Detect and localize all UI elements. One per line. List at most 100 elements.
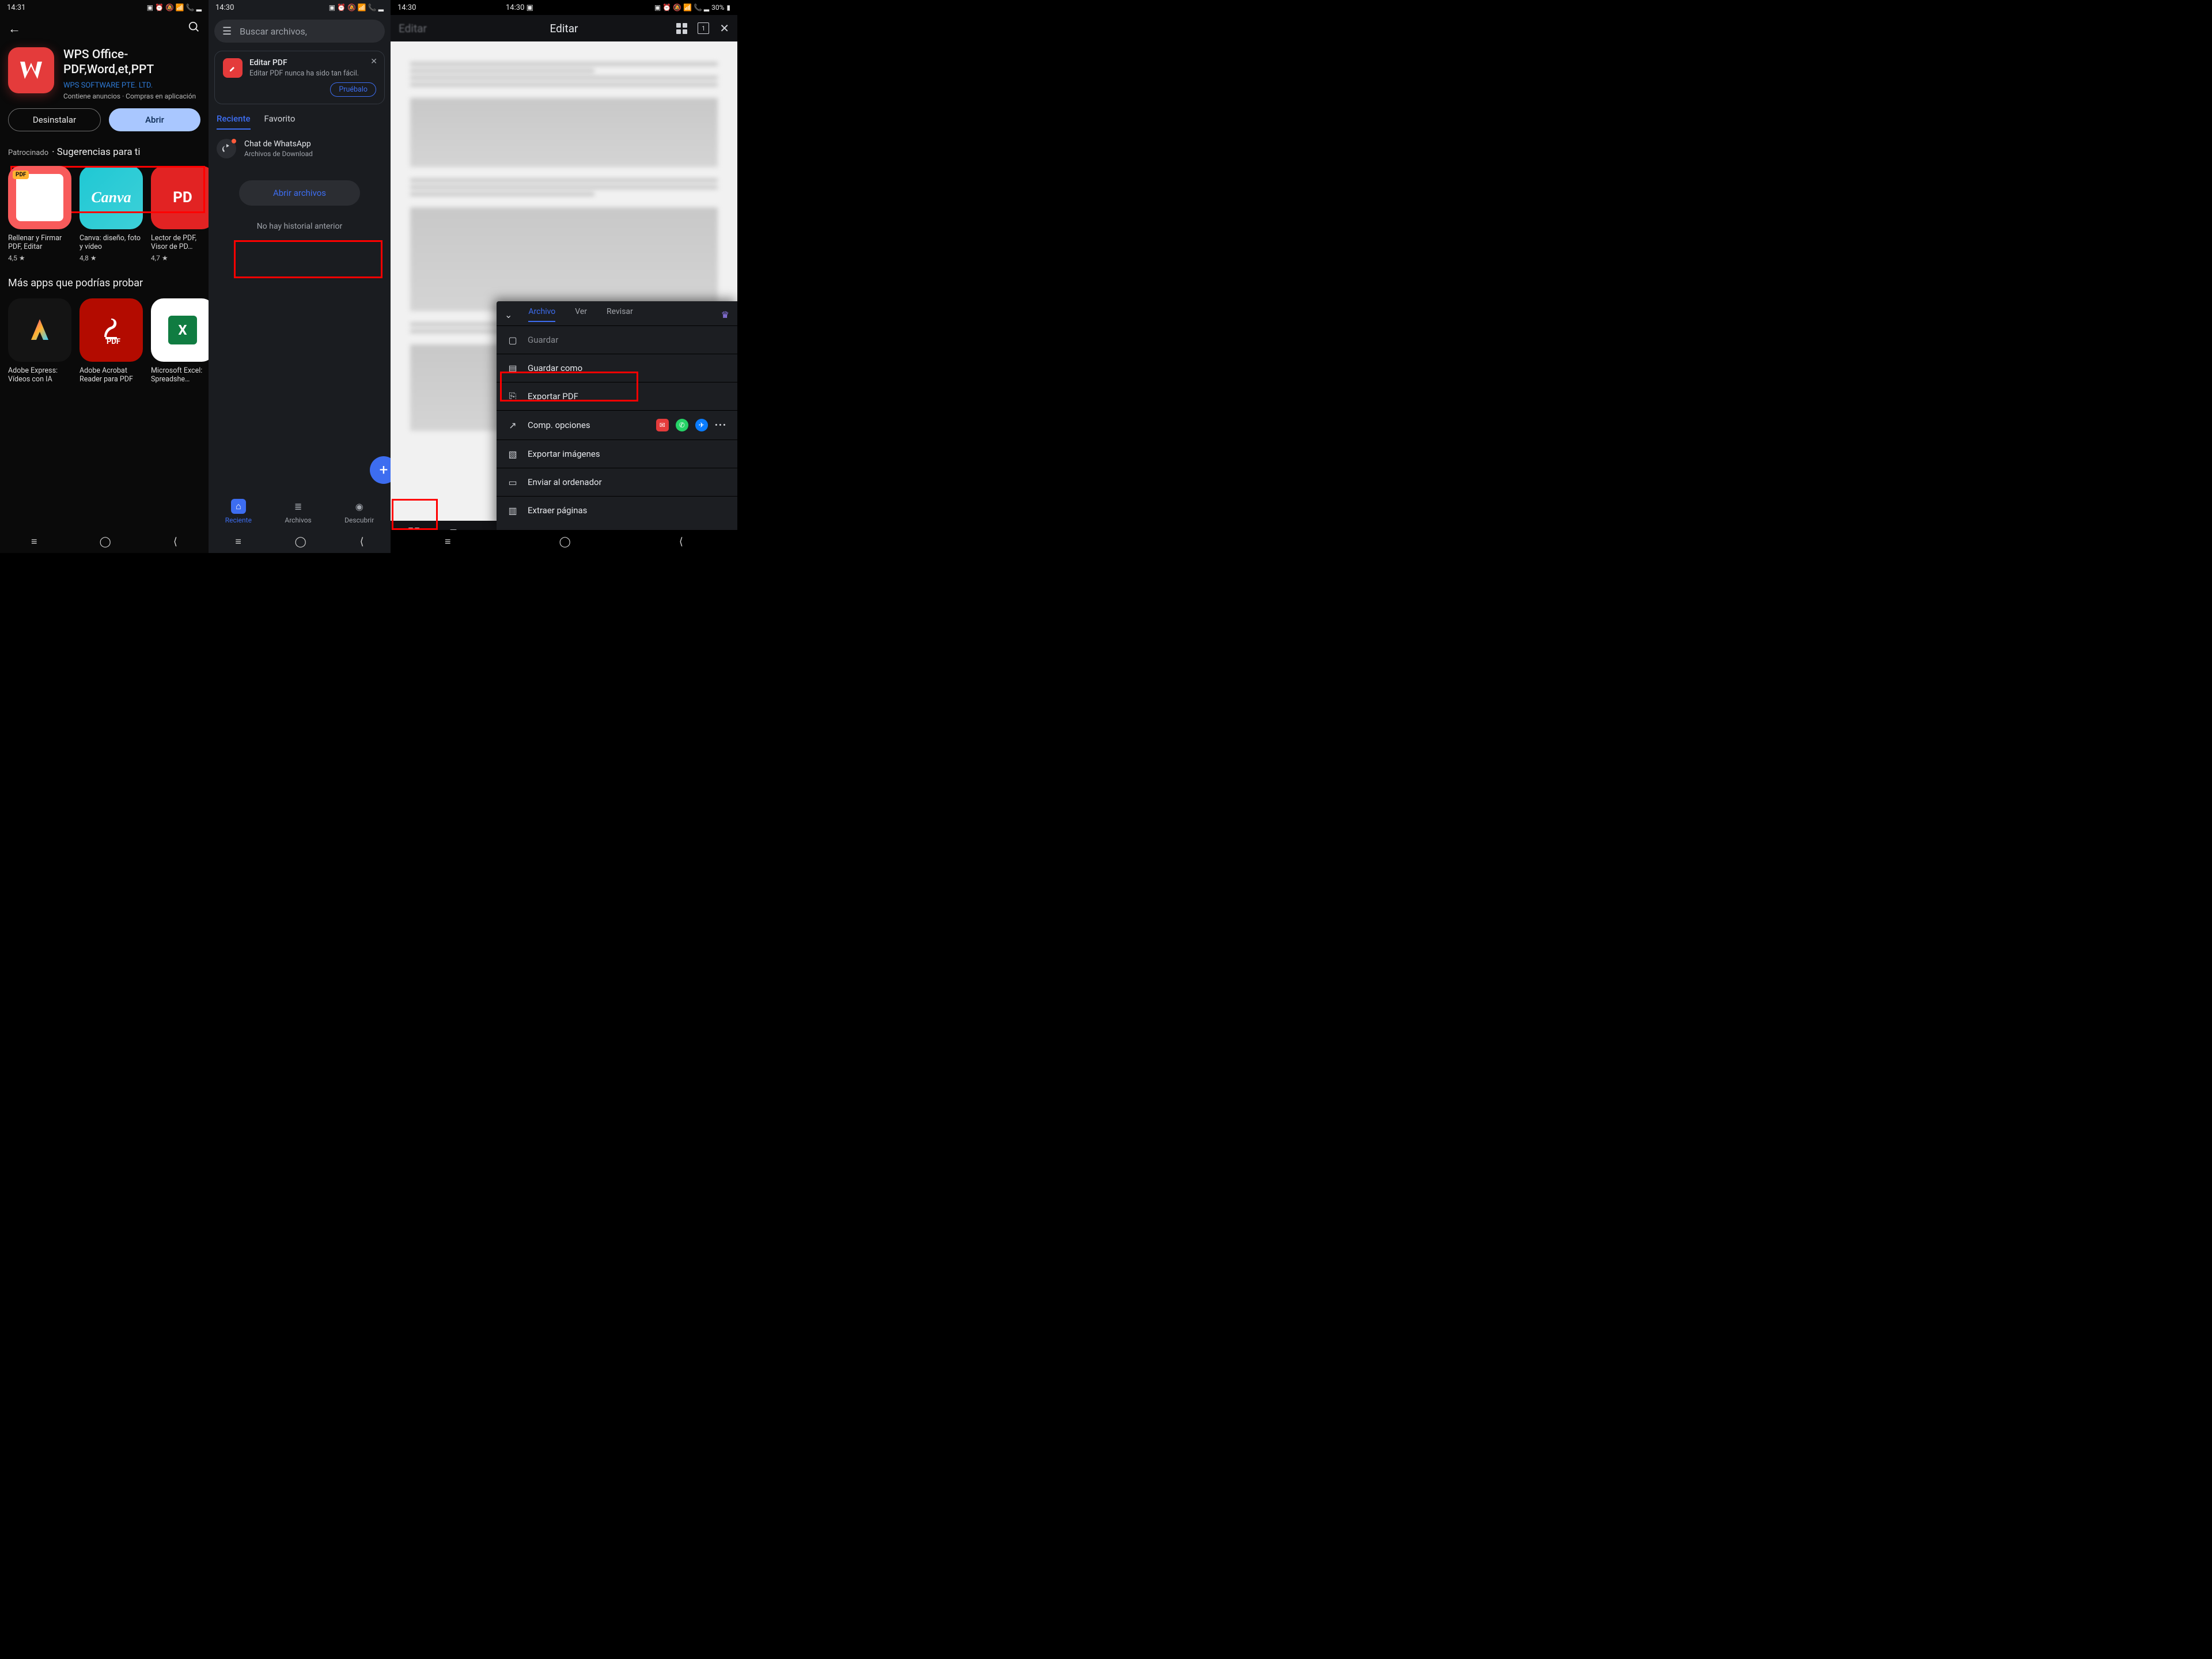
search-bar[interactable]: ☰ Buscar archivos, [214, 20, 385, 43]
app-card[interactable]: Rellenar y Firmar PDF, Editar 4,5 ★ [8, 166, 71, 262]
files-icon: ≣ [291, 499, 306, 514]
status-icons: ▣ ⏰ 🔕 📶 📞 ▂ [147, 3, 202, 12]
menu-send-pc[interactable]: ▭ Enviar al ordenador [497, 468, 737, 496]
app-title: WPS Office-PDF,Word,et,PPT [63, 47, 200, 78]
tab-favorite[interactable]: Favorito [264, 113, 296, 130]
tab-recent[interactable]: Reciente [217, 113, 251, 130]
home-icon[interactable]: ◯ [295, 536, 306, 548]
export-pdf-icon: ⎘ [507, 391, 518, 402]
menu-tab-file[interactable]: Archivo [528, 307, 555, 322]
file-location: Archivos de Download [244, 150, 313, 158]
editor-topbar: Editar Editar 1 ✕ [391, 15, 737, 41]
hamburger-icon[interactable]: ☰ [222, 25, 232, 37]
menu-header: ⌄ Archivo Ver Revisar ♛ [497, 301, 737, 322]
topbar: ← [0, 15, 209, 41]
uninstall-button[interactable]: Desinstalar [8, 108, 101, 131]
close-icon[interactable]: ✕ [719, 21, 729, 35]
more-icon[interactable]: ••• [715, 420, 727, 430]
home-icon[interactable]: ◯ [559, 536, 571, 548]
play-store-screen: 14:31 ▣ ⏰ 🔕 📶 📞 ▂ ← WPS Office-PDF,Word,… [0, 0, 209, 553]
app-thumb-icon [8, 298, 71, 362]
status-icons: ▣ ⏰ 🔕 📶 📞 ▂ [329, 3, 384, 12]
android-navbar: ≡ ◯ ⟨ [209, 530, 391, 553]
menu-tab-view[interactable]: Ver [575, 307, 587, 322]
title-blur: Editar [399, 22, 427, 35]
gmail-icon[interactable]: ✉ [656, 419, 669, 431]
nav-recent[interactable]: ⌂ Reciente [225, 499, 252, 524]
vip-icon[interactable]: ♛ [721, 309, 729, 320]
menu-share[interactable]: ↗ Comp. opciones ✉ ✆ ✈ ••• [497, 410, 737, 440]
sponsored-header: Patrocinado· Sugerencias para ti [0, 139, 209, 161]
app-card[interactable]: PDF Adobe Acrobat Reader para PDF [79, 298, 143, 384]
home-icon[interactable]: ◯ [100, 536, 111, 548]
nav-files[interactable]: ≣ Archivos [285, 499, 311, 524]
app-card[interactable]: PD Lector de PDF, Visor de PD… 4,7 ★ [151, 166, 209, 262]
menu-save-as[interactable]: ▤ Guardar como [497, 354, 737, 382]
app-thumb-icon: Canva [79, 166, 143, 229]
back-nav-icon[interactable]: ⟨ [679, 536, 683, 548]
compass-icon: ◉ [352, 499, 367, 514]
file-name: Chat de WhatsApp [244, 139, 313, 149]
menu-export-pdf[interactable]: ⎘ Exportar PDF [497, 382, 737, 410]
menu-list: ▢ Guardar ▤ Guardar como ⎘ Exportar PDF … [497, 322, 737, 530]
recents-icon[interactable]: ≡ [235, 536, 241, 548]
app-thumb-icon [8, 166, 71, 229]
search-icon[interactable] [188, 21, 200, 37]
messenger-icon[interactable]: ✈ [695, 419, 708, 431]
page-count-icon[interactable]: 1 [698, 22, 709, 34]
no-history-text: No hay historial anterior [209, 222, 391, 231]
back-icon[interactable]: ← [8, 21, 21, 36]
app-thumb-icon: X [151, 298, 209, 362]
open-files-button[interactable]: Abrir archivos [239, 180, 360, 206]
status-bar: 14:30 14:30 ▣ ▣ ⏰ 🔕 📶 📞 ▂ 30% ▮ [391, 0, 737, 15]
search-placeholder: Buscar archivos, [240, 26, 307, 37]
app-card[interactable]: Adobe Express: Vídeos con IA [8, 298, 71, 384]
whatsapp-icon[interactable]: ✆ [676, 419, 688, 431]
back-nav-icon[interactable]: ⟨ [360, 536, 364, 548]
menu-save[interactable]: ▢ Guardar [497, 325, 737, 354]
wps-app-icon [8, 47, 54, 93]
promo-sub: Editar PDF nunca ha sido tan fácil. [249, 69, 359, 78]
nav-discover[interactable]: ◉ Descubrir [344, 499, 374, 524]
try-button[interactable]: Pruébalo [330, 82, 376, 97]
recents-icon[interactable]: ≡ [31, 536, 37, 548]
back-nav-icon[interactable]: ⟨ [173, 536, 177, 548]
menu-export-images[interactable]: ▧ Exportar imágenes [497, 440, 737, 468]
chevron-down-icon[interactable]: ⌄ [505, 309, 512, 320]
android-navbar: ≡ ◯ ⟨ [391, 530, 737, 553]
share-targets: ✉ ✆ ✈ ••• [656, 419, 727, 431]
status-time: 14:30 [397, 3, 416, 12]
more-apps-header: Más apps que podrías probar [0, 262, 209, 294]
grid-view-icon[interactable] [676, 23, 687, 34]
pdf-edit-icon [223, 58, 243, 78]
bottom-nav: ⌂ Reciente ≣ Archivos ◉ Descubrir [209, 493, 391, 530]
close-icon[interactable]: ✕ [370, 57, 377, 66]
editor-screen: 14:30 14:30 ▣ ▣ ⏰ 🔕 📶 📞 ▂ 30% ▮ Editar E… [391, 0, 737, 553]
menu-tab-review[interactable]: Revisar [607, 307, 633, 322]
status-bar: 14:30 ▣ ⏰ 🔕 📶 📞 ▂ [209, 0, 391, 15]
app-meta: Contiene anuncios · Compras en aplicació… [63, 92, 200, 100]
file-row[interactable]: Chat de WhatsApp Archivos de Download [209, 130, 391, 168]
app-card[interactable]: Canva Canva: diseño, foto y vídeo 4,8 ★ [79, 166, 143, 262]
recents-icon[interactable]: ≡ [445, 536, 451, 548]
file-type-icon [217, 139, 236, 158]
sponsored-apps: Rellenar y Firmar PDF, Editar 4,5 ★ Canv… [0, 161, 209, 262]
status-time: 14:31 [7, 3, 25, 12]
open-button[interactable]: Abrir [109, 108, 200, 131]
promo-title: Editar PDF [249, 58, 359, 67]
share-icon: ↗ [507, 419, 518, 431]
action-buttons: Desinstalar Abrir [0, 106, 209, 139]
home-icon: ⌂ [231, 499, 246, 514]
android-navbar: ≡ ◯ ⟨ [0, 530, 209, 553]
status-icons: ▣ ⏰ 🔕 📶 📞 ▂ 30% ▮ [654, 3, 730, 12]
more-apps: Adobe Express: Vídeos con IA PDF Adobe A… [0, 294, 209, 384]
pages-icon: ▥ [507, 505, 518, 516]
developer-link[interactable]: WPS SOFTWARE PTE. LTD. [63, 81, 200, 90]
app-thumb-icon: PD [151, 166, 209, 229]
save-as-icon: ▤ [507, 362, 518, 374]
file-tabs: Reciente Favorito [209, 110, 391, 130]
menu-extract-pages[interactable]: ▥ Extraer páginas [497, 496, 737, 524]
editor-title: Editar [550, 22, 578, 35]
app-card[interactable]: X Microsoft Excel: Spreadshe… [151, 298, 209, 384]
highlight-box [234, 240, 382, 278]
